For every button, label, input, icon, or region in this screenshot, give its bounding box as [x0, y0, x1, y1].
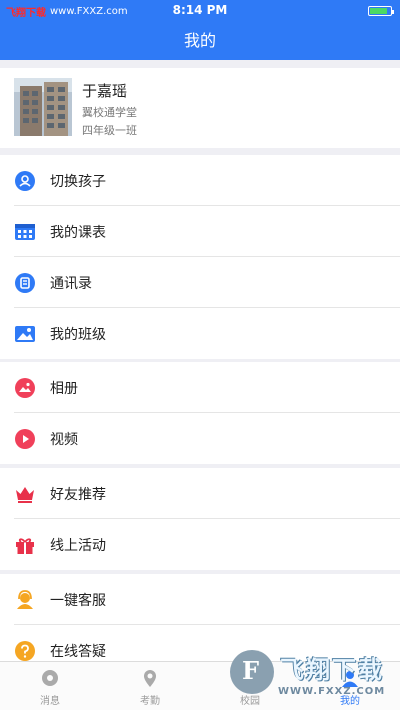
page-title: 我的 [183, 31, 216, 50]
menu-label: 线上活动 [50, 538, 106, 554]
video-icon [15, 429, 35, 449]
tab-messages[interactable]: 消息 [0, 662, 100, 710]
menu-item-friend-recommend[interactable]: 好友推荐 [0, 468, 400, 519]
status-bar: 飞翔下载 www.FXXZ.com 8:14 PM [0, 0, 400, 22]
menu-item-customer-service[interactable]: 一键客服 [0, 574, 400, 625]
watermark-letter: F [242, 656, 260, 685]
battery-icon [368, 6, 394, 16]
menu-label: 一键客服 [50, 593, 106, 609]
tab-label: 消息 [40, 696, 60, 707]
profile-card[interactable]: 于嘉瑶 翼校通学堂 四年级一班 [0, 68, 400, 148]
menu-label: 我的班级 [50, 327, 106, 343]
menu-item-my-class[interactable]: 我的班级 [0, 308, 400, 359]
tab-label: 考勤 [140, 696, 160, 707]
menu-item-album[interactable]: 相册 [0, 362, 400, 413]
profile-school: 翼校通学堂 [82, 106, 137, 119]
menu-item-switch-child[interactable]: 切换孩子 [0, 155, 400, 206]
customer-service-icon [17, 590, 33, 609]
profile-name: 于嘉瑶 [82, 82, 128, 100]
menu-label: 通讯录 [50, 276, 92, 292]
user-switch-icon [15, 171, 35, 191]
menu-item-contacts[interactable]: 通讯录 [0, 257, 400, 308]
menu-item-timetable[interactable]: 我的课表 [0, 206, 400, 257]
contacts-icon [15, 273, 35, 293]
timetable-icon [15, 224, 35, 240]
battery-level [370, 8, 387, 14]
gift-icon [16, 538, 34, 554]
album-icon [15, 378, 35, 398]
watermark-url: WWW.FXXZ.COM [278, 686, 386, 697]
profile-class: 四年级一班 [82, 124, 137, 137]
avatar [14, 78, 72, 136]
crown-icon [16, 487, 34, 503]
class-icon [15, 326, 35, 342]
menu-label: 视频 [50, 432, 78, 448]
menu-item-online-activity[interactable]: 线上活动 [0, 519, 400, 570]
tab-attendance[interactable]: 考勤 [100, 662, 200, 710]
battery-tip [392, 10, 394, 14]
location-icon [144, 670, 156, 687]
menu-item-video[interactable]: 视频 [0, 413, 400, 464]
menu-label: 相册 [50, 381, 78, 397]
watermark-text: 飞翔下载 [280, 656, 384, 684]
message-icon [42, 670, 58, 686]
watermark-logo: F 飞翔下载 WWW.FXXZ.COM [230, 648, 390, 704]
question-icon [15, 641, 35, 661]
menu-label: 好友推荐 [50, 487, 106, 503]
nav-bar: 我的 [0, 22, 400, 60]
menu-label: 切换孩子 [50, 174, 106, 190]
status-time: 8:14 PM [172, 3, 228, 17]
menu-label: 在线答疑 [50, 644, 106, 660]
menu-label: 我的课表 [50, 225, 106, 241]
